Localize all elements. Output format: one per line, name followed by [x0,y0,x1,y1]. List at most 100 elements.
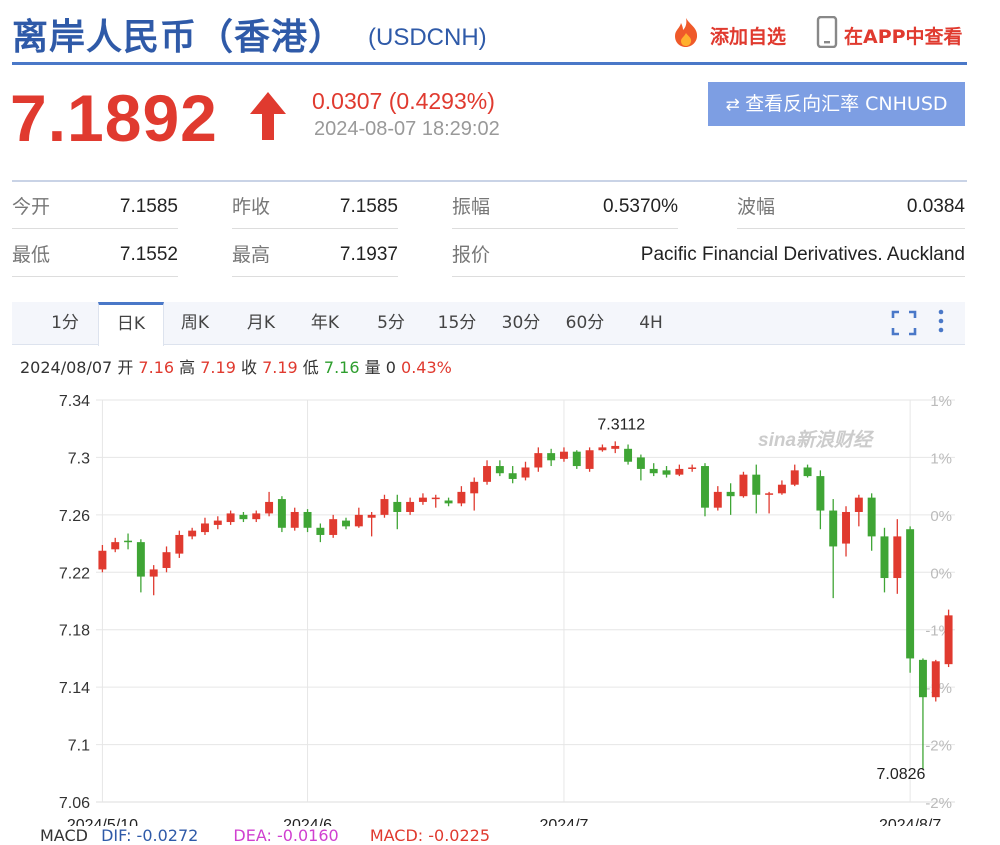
y-tick-label: 7.26 [59,508,90,525]
more-options-icon[interactable] [936,308,946,338]
macd-dif: DIF: -0.0272 [101,826,199,845]
tab-15min[interactable]: 15分 [432,302,482,344]
reverse-rate-label: 查看反向汇率 CNHUSD [745,93,948,115]
max-label: 7.3112 [597,416,645,433]
candle-body [393,501,402,512]
candle [636,454,645,481]
candle-body [585,450,594,469]
x-tick-label: 2024/5/10 [67,817,138,826]
tab-daily-k[interactable]: 日K [98,302,164,346]
candle-body [649,468,658,474]
tab-monthly-k[interactable]: 月K [238,302,284,344]
candle [752,464,761,514]
candle-body [777,484,786,494]
tab-yearly-k[interactable]: 年K [302,302,348,344]
y-axis: 7.34 7.3 7.26 7.22 7.18 7.14 7.1 7.06 [59,393,90,812]
stat-amplitude: 振幅 0.5370% [452,184,678,229]
candle [893,519,902,594]
candle-body [701,466,709,508]
macd-legend: MACD DIF: -0.0272 DEA: -0.0160 MACD: -0.… [40,826,490,845]
candle-body [457,491,466,504]
candle-body [418,497,427,502]
y-right-tick-label: 0% [930,508,952,525]
candle [713,486,722,511]
x-axis: 2024/5/10 2024/6 2024/7 2024/8/7 [67,817,942,826]
candle [354,507,363,528]
candle [765,491,774,514]
candle [380,494,389,518]
y-tick-label: 7.1 [68,738,90,755]
stat-value: Pacific Financial Derivatives. Auckland [640,244,965,265]
candle [842,506,850,557]
add-watchlist-button[interactable]: 添加自选 [710,22,786,49]
volume-label: 量 [364,358,381,377]
sina-finance-watermark: sina新浪财经 [758,429,875,451]
stat-value: 0.0384 [906,196,965,217]
candle-body [534,453,543,468]
tab-weekly-k[interactable]: 周K [172,302,218,344]
candle [906,526,915,673]
candle-body [380,499,389,515]
low-value: 7.16 [323,358,360,377]
candle [316,523,325,543]
open-in-app-button[interactable]: 在APP中查看 [844,22,963,49]
candle-body [816,476,825,511]
candle-body [136,542,145,577]
low-label: 低 [302,358,319,377]
tab-30min[interactable]: 30分 [496,302,546,344]
candle-body [893,536,902,579]
candle [342,517,350,530]
macd-dea: DEA: -0.0160 [233,826,339,845]
tab-5min[interactable]: 5分 [368,302,414,344]
candle-body [470,481,479,494]
macd-title: MACD [40,826,88,845]
fullscreen-icon[interactable] [891,310,917,336]
candle [470,477,479,511]
candle-body [252,513,261,520]
candle [239,511,248,523]
candle [598,444,607,452]
y-right-tick-label: -2% [925,795,952,812]
candle-body [624,448,633,462]
candle [175,530,184,558]
candle [265,491,274,517]
period-tabs: 1分 日K 周K 月K 年K 5分 15分 30分 60分 4H [12,302,965,346]
stat-quote-source: 报价 Pacific Financial Derivatives. Auckla… [452,232,965,277]
volume-value: 0 [385,358,396,377]
candle [111,537,120,553]
candle-body [867,497,876,537]
candle-body [277,499,286,528]
x-tick-label: 2024/8/7 [879,817,941,826]
candle [739,471,748,498]
tab-1min[interactable]: 1分 [42,302,88,344]
tab-4h[interactable]: 4H [628,302,674,344]
candlestick-chart[interactable]: sina新浪财经 7.347.37.267.227.187.147.17.06 … [0,390,1000,826]
price-change: 0.0307 (0.4293%) [312,88,495,114]
x-tick-label: 2024/6 [283,817,332,826]
candle [162,546,171,573]
candle-body [636,457,645,469]
candle [829,499,838,599]
candle [624,444,633,465]
phone-icon[interactable] [816,16,838,48]
stat-high: 最高 7.1937 [232,232,398,277]
open-label: 开 [117,358,134,377]
candle-body [880,536,889,579]
candle-body [508,473,517,479]
reverse-rate-button[interactable]: ⇄ 查看反向汇率 CNHUSD [708,82,965,126]
candle-body [688,467,697,469]
candle-body [572,451,581,467]
candle [688,464,697,472]
candle [277,496,286,533]
candle-body [444,500,453,504]
candle-body [316,527,325,535]
fire-icon[interactable] [670,16,702,48]
candle-body [303,511,312,528]
tab-60min[interactable]: 60分 [560,302,610,344]
candle-body [559,451,568,459]
candle-body [803,467,812,477]
page-title: 离岸人民币（香港） [12,17,346,58]
candle [149,565,158,596]
candle-body [739,474,748,497]
candle [483,460,492,485]
